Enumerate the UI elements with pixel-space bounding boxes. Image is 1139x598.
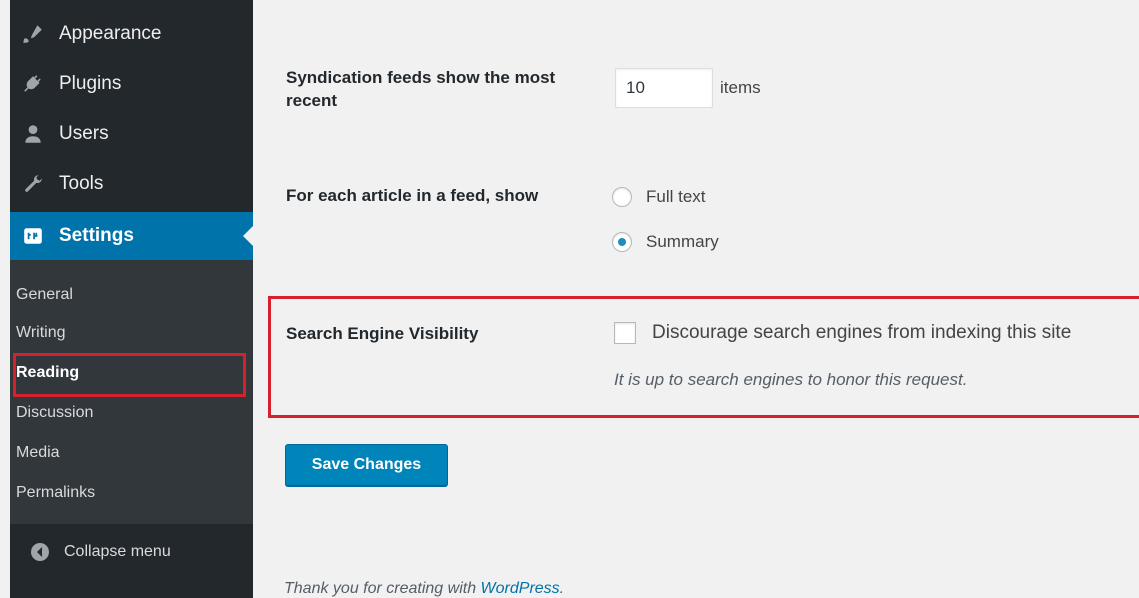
syndication-count-input[interactable] <box>615 68 713 108</box>
radio-label: Full text <box>646 187 706 206</box>
submenu-item-media[interactable]: Media <box>16 438 60 468</box>
active-indicator <box>243 226 253 246</box>
radio-full-text[interactable]: Full text <box>612 187 706 207</box>
collapse-menu-button[interactable]: Collapse menu <box>10 530 253 574</box>
users-icon <box>22 123 44 145</box>
menu-label: Appearance <box>59 23 162 44</box>
discourage-indexing-checkbox[interactable] <box>614 322 636 344</box>
submenu-item-general[interactable]: General <box>16 280 73 310</box>
radio-button[interactable] <box>612 187 632 207</box>
syndication-unit: items <box>720 78 761 97</box>
wordpress-link[interactable]: WordPress <box>481 580 560 597</box>
radio-button[interactable] <box>612 232 632 252</box>
menu-item-tools[interactable]: Tools <box>10 160 253 208</box>
submenu-item-permalinks[interactable]: Permalinks <box>16 478 95 508</box>
discourage-indexing-option[interactable]: Discourage search engines from indexing … <box>614 322 1071 344</box>
visibility-highlight-box <box>268 296 1139 418</box>
plug-icon <box>22 73 44 95</box>
admin-sidebar: Appearance Plugins Users Tools Settings … <box>10 0 253 598</box>
radio-label: Summary <box>646 232 719 251</box>
menu-item-settings[interactable]: Settings <box>10 212 253 260</box>
wrench-icon <box>22 173 44 195</box>
menu-item-users[interactable]: Users <box>10 110 253 158</box>
submenu-item-discussion[interactable]: Discussion <box>16 398 93 428</box>
menu-item-appearance[interactable]: Appearance <box>10 10 253 58</box>
footer-text: Thank you for creating with <box>284 580 481 597</box>
visibility-note: It is up to search engines to honor this… <box>614 370 968 389</box>
collapse-icon <box>30 542 50 562</box>
footer-suffix: . <box>559 580 565 597</box>
radio-summary[interactable]: Summary <box>612 232 719 252</box>
save-changes-button[interactable]: Save Changes <box>285 444 448 486</box>
reading-highlight-box <box>13 353 246 397</box>
menu-label: Tools <box>59 173 104 194</box>
menu-label: Users <box>59 123 109 144</box>
submenu-item-writing[interactable]: Writing <box>16 318 66 348</box>
feed-content-label: For each article in a feed, show <box>286 186 539 205</box>
paintbrush-icon <box>22 23 44 45</box>
settings-icon <box>22 225 44 247</box>
menu-label: Plugins <box>59 73 122 94</box>
search-visibility-label: Search Engine Visibility <box>286 324 479 343</box>
syndication-label: Syndication feeds show the most recent <box>286 68 556 110</box>
menu-item-plugins[interactable]: Plugins <box>10 60 253 108</box>
collapse-label: Collapse menu <box>64 543 171 560</box>
admin-footer: Thank you for creating with WordPress. <box>284 580 564 598</box>
menu-label: Settings <box>59 225 134 246</box>
checkbox-label: Discourage search engines from indexing … <box>652 322 1072 343</box>
